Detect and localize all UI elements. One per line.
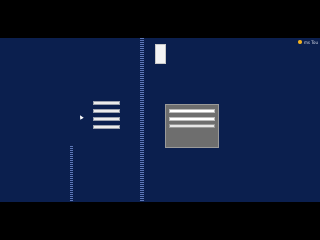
center-scrollbar[interactable] [140,38,144,202]
dialog-field-2[interactable] [169,117,215,121]
system-tray: ms Tou [298,38,318,46]
mouse-cursor-icon [78,114,84,120]
tray-status-text: ms Tou [304,39,318,45]
desktop-area [0,38,320,202]
menu-button-1[interactable] [93,101,120,105]
tray-status-icon[interactable] [298,40,302,44]
left-scrollbar[interactable] [70,146,73,202]
dialog-button[interactable] [169,124,215,128]
menu-button-2[interactable] [93,109,120,113]
dialog-field-1[interactable] [169,109,215,113]
menu-button-4[interactable] [93,125,120,129]
top-black-bar [0,0,320,38]
white-card[interactable] [155,44,166,64]
login-dialog [165,104,219,148]
bottom-black-bar [0,202,320,240]
button-menu [93,101,120,133]
menu-button-3[interactable] [93,117,120,121]
